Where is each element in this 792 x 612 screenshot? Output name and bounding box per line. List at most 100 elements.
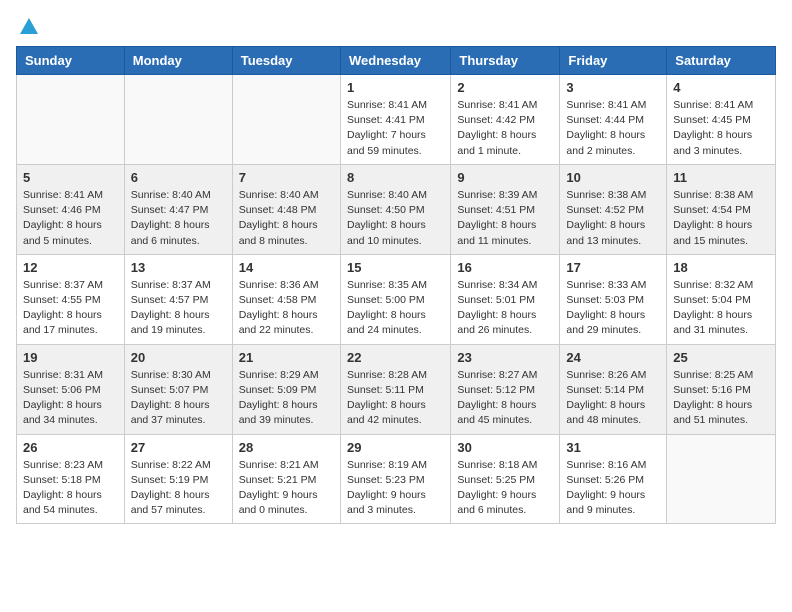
calendar-day-cell: 16Sunrise: 8:34 AMSunset: 5:01 PMDayligh… [451, 254, 560, 344]
calendar-day-cell: 2 Sunrise: 8:41 AMSunset: 4:42 PMDaylight… [451, 75, 560, 165]
day-info: Sunrise: 8:37 AMSunset: 4:55 PMDaylight:… [23, 278, 118, 339]
day-info: Sunrise: 8:29 AMSunset: 5:09 PMDaylight:… [239, 368, 334, 429]
calendar-day-cell: 15 Sunrise: 8:35 AMSunset: 5:00 PMDayligh… [340, 254, 450, 344]
calendar-day-cell: 8 Sunrise: 8:40 AMSunset: 4:50 PMDaylight… [340, 164, 450, 254]
day-number: 15 [347, 260, 444, 275]
day-info: Sunrise: 8:39 AMSunset: 4:51 PMDaylight:… [457, 188, 553, 249]
day-info: Sunrise: 8:27 AMSunset: 5:12 PMDaylight:… [457, 368, 553, 429]
day-number: 6 [131, 170, 226, 185]
day-number: 12 [23, 260, 118, 275]
day-info: Sunrise: 8:28 AMSunset: 5:11 PMDaylight:… [347, 368, 444, 429]
day-number: 21 [239, 350, 334, 365]
calendar-day-cell: 4 Sunrise: 8:41 AMSunset: 4:45 PMDaylight… [667, 75, 776, 165]
calendar-day-cell: 19Sunrise: 8:31 AMSunset: 5:06 PMDayligh… [17, 344, 125, 434]
day-number: 31 [566, 440, 660, 455]
day-info: Sunrise: 8:38 AMSunset: 4:52 PMDaylight:… [566, 188, 660, 249]
page-header [16, 16, 776, 34]
header-friday: Friday [560, 47, 667, 75]
header-thursday: Thursday [451, 47, 560, 75]
day-number: 29 [347, 440, 444, 455]
header-wednesday: Wednesday [340, 47, 450, 75]
calendar-day-cell: 10 Sunrise: 8:38 AMSunset: 4:52 PMDayligh… [560, 164, 667, 254]
day-info: Sunrise: 8:16 AMSunset: 5:26 PMDaylight:… [566, 458, 660, 519]
calendar-day-cell [17, 75, 125, 165]
day-number: 22 [347, 350, 444, 365]
day-number: 7 [239, 170, 334, 185]
calendar-day-cell: 9 Sunrise: 8:39 AMSunset: 4:51 PMDaylight… [451, 164, 560, 254]
calendar-day-cell: 11 Sunrise: 8:38 AMSunset: 4:54 PMDayligh… [667, 164, 776, 254]
calendar-day-cell: 30 Sunrise: 8:18 AMSunset: 5:25 PMDayligh… [451, 434, 560, 524]
calendar-week-row: 19Sunrise: 8:31 AMSunset: 5:06 PMDayligh… [17, 344, 776, 434]
day-number: 5 [23, 170, 118, 185]
day-number: 11 [673, 170, 769, 185]
calendar-header-row: Sunday Monday Tuesday Wednesday Thursday… [17, 47, 776, 75]
calendar-day-cell: 14Sunrise: 8:36 AMSunset: 4:58 PMDayligh… [232, 254, 340, 344]
header-sunday: Sunday [17, 47, 125, 75]
header-saturday: Saturday [667, 47, 776, 75]
day-number: 10 [566, 170, 660, 185]
calendar-day-cell: 7 Sunrise: 8:40 AMSunset: 4:48 PMDaylight… [232, 164, 340, 254]
calendar-day-cell [124, 75, 232, 165]
day-info: Sunrise: 8:22 AMSunset: 5:19 PMDaylight:… [131, 458, 226, 519]
day-info: Sunrise: 8:35 AMSunset: 5:00 PMDaylight:… [347, 278, 444, 339]
day-info: Sunrise: 8:41 AMSunset: 4:41 PMDaylight:… [347, 98, 444, 159]
day-number: 4 [673, 80, 769, 95]
calendar-week-row: 12 Sunrise: 8:37 AMSunset: 4:55 PMDayligh… [17, 254, 776, 344]
day-number: 1 [347, 80, 444, 95]
calendar-day-cell: 24 Sunrise: 8:26 AMSunset: 5:14 PMDayligh… [560, 344, 667, 434]
day-number: 14 [239, 260, 334, 275]
day-info: Sunrise: 8:18 AMSunset: 5:25 PMDaylight:… [457, 458, 553, 519]
calendar-day-cell: 28 Sunrise: 8:21 AMSunset: 5:21 PMDayligh… [232, 434, 340, 524]
calendar-day-cell: 18 Sunrise: 8:32 AMSunset: 5:04 PMDayligh… [667, 254, 776, 344]
day-number: 18 [673, 260, 769, 275]
day-number: 8 [347, 170, 444, 185]
day-info: Sunrise: 8:40 AMSunset: 4:47 PMDaylight:… [131, 188, 226, 249]
day-number: 13 [131, 260, 226, 275]
calendar-day-cell: 25Sunrise: 8:25 AMSunset: 5:16 PMDayligh… [667, 344, 776, 434]
day-info: Sunrise: 8:40 AMSunset: 4:50 PMDaylight:… [347, 188, 444, 249]
day-number: 17 [566, 260, 660, 275]
header-tuesday: Tuesday [232, 47, 340, 75]
calendar-day-cell: 6 Sunrise: 8:40 AMSunset: 4:47 PMDaylight… [124, 164, 232, 254]
day-info: Sunrise: 8:34 AMSunset: 5:01 PMDaylight:… [457, 278, 553, 339]
calendar-day-cell: 27 Sunrise: 8:22 AMSunset: 5:19 PMDayligh… [124, 434, 232, 524]
calendar-day-cell: 3 Sunrise: 8:41 AMSunset: 4:44 PMDaylight… [560, 75, 667, 165]
day-info: Sunrise: 8:30 AMSunset: 5:07 PMDaylight:… [131, 368, 226, 429]
calendar-day-cell: 1 Sunrise: 8:41 AMSunset: 4:41 PMDaylight… [340, 75, 450, 165]
calendar-week-row: 1 Sunrise: 8:41 AMSunset: 4:41 PMDaylight… [17, 75, 776, 165]
day-number: 3 [566, 80, 660, 95]
calendar-day-cell: 23Sunrise: 8:27 AMSunset: 5:12 PMDayligh… [451, 344, 560, 434]
calendar-day-cell: 29 Sunrise: 8:19 AMSunset: 5:23 PMDayligh… [340, 434, 450, 524]
day-number: 25 [673, 350, 769, 365]
day-info: Sunrise: 8:32 AMSunset: 5:04 PMDaylight:… [673, 278, 769, 339]
logo-icon [18, 16, 40, 38]
day-number: 2 [457, 80, 553, 95]
calendar-day-cell: 12 Sunrise: 8:37 AMSunset: 4:55 PMDayligh… [17, 254, 125, 344]
calendar-day-cell [232, 75, 340, 165]
day-info: Sunrise: 8:40 AMSunset: 4:48 PMDaylight:… [239, 188, 334, 249]
day-number: 28 [239, 440, 334, 455]
logo [16, 16, 42, 34]
header-monday: Monday [124, 47, 232, 75]
day-info: Sunrise: 8:41 AMSunset: 4:44 PMDaylight:… [566, 98, 660, 159]
day-info: Sunrise: 8:21 AMSunset: 5:21 PMDaylight:… [239, 458, 334, 519]
day-info: Sunrise: 8:38 AMSunset: 4:54 PMDaylight:… [673, 188, 769, 249]
calendar-day-cell: 17 Sunrise: 8:33 AMSunset: 5:03 PMDayligh… [560, 254, 667, 344]
day-number: 30 [457, 440, 553, 455]
day-number: 19 [23, 350, 118, 365]
calendar-week-row: 5 Sunrise: 8:41 AMSunset: 4:46 PMDaylight… [17, 164, 776, 254]
day-number: 27 [131, 440, 226, 455]
day-info: Sunrise: 8:41 AMSunset: 4:45 PMDaylight:… [673, 98, 769, 159]
calendar-day-cell: 20Sunrise: 8:30 AMSunset: 5:07 PMDayligh… [124, 344, 232, 434]
day-info: Sunrise: 8:19 AMSunset: 5:23 PMDaylight:… [347, 458, 444, 519]
day-info: Sunrise: 8:33 AMSunset: 5:03 PMDaylight:… [566, 278, 660, 339]
day-number: 24 [566, 350, 660, 365]
calendar-day-cell: 21 Sunrise: 8:29 AMSunset: 5:09 PMDayligh… [232, 344, 340, 434]
calendar-week-row: 26Sunrise: 8:23 AMSunset: 5:18 PMDayligh… [17, 434, 776, 524]
day-number: 9 [457, 170, 553, 185]
day-info: Sunrise: 8:26 AMSunset: 5:14 PMDaylight:… [566, 368, 660, 429]
day-info: Sunrise: 8:41 AMSunset: 4:46 PMDaylight:… [23, 188, 118, 249]
calendar-day-cell: 13Sunrise: 8:37 AMSunset: 4:57 PMDayligh… [124, 254, 232, 344]
day-info: Sunrise: 8:41 AMSunset: 4:42 PMDaylight:… [457, 98, 553, 159]
calendar-day-cell: 5 Sunrise: 8:41 AMSunset: 4:46 PMDaylight… [17, 164, 125, 254]
